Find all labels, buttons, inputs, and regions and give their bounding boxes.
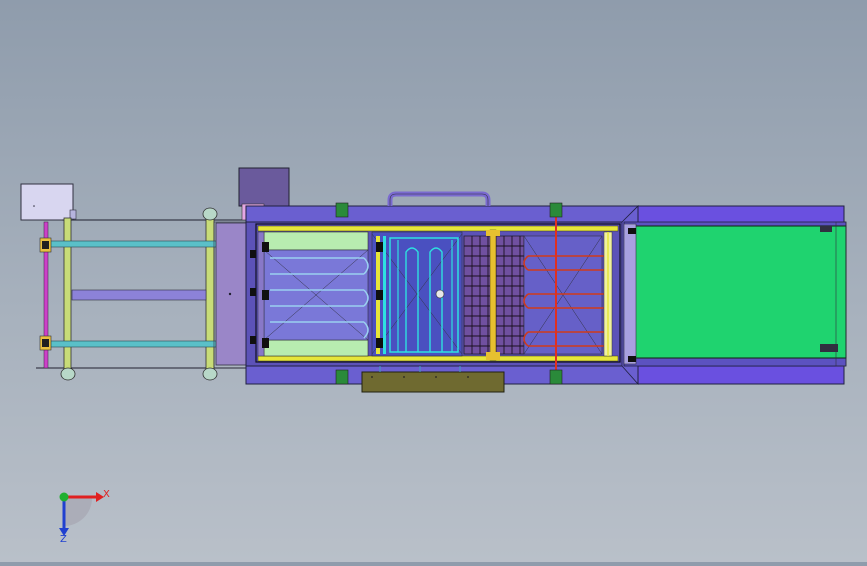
washing-section[interactable] <box>371 231 463 357</box>
drying-section[interactable] <box>523 216 613 378</box>
cad-viewport[interactable]: X Z <box>0 0 867 562</box>
handle[interactable] <box>387 191 491 206</box>
output-conveyor[interactable] <box>623 205 847 385</box>
ozone-chamber[interactable] <box>463 229 525 361</box>
assembly-drawing[interactable]: X Z <box>0 0 867 562</box>
x-axis-label: X <box>103 489 110 500</box>
cleaning-section[interactable] <box>257 231 369 357</box>
coordinate-triad: X Z <box>59 489 110 545</box>
control-box[interactable] <box>20 183 77 221</box>
y-axis-dot <box>59 492 69 502</box>
z-axis-label: Z <box>60 534 67 545</box>
drive-housing[interactable] <box>215 222 247 366</box>
infeed-frame[interactable] <box>36 207 247 381</box>
